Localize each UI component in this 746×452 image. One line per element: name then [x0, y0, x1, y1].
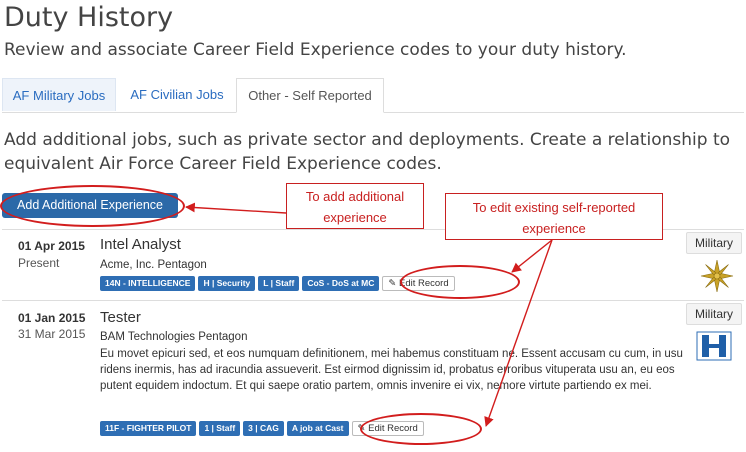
arrow-to-add-button — [185, 202, 287, 214]
annotation-arrows — [185, 202, 553, 427]
arrow-to-edit-record-2 — [484, 239, 553, 427]
